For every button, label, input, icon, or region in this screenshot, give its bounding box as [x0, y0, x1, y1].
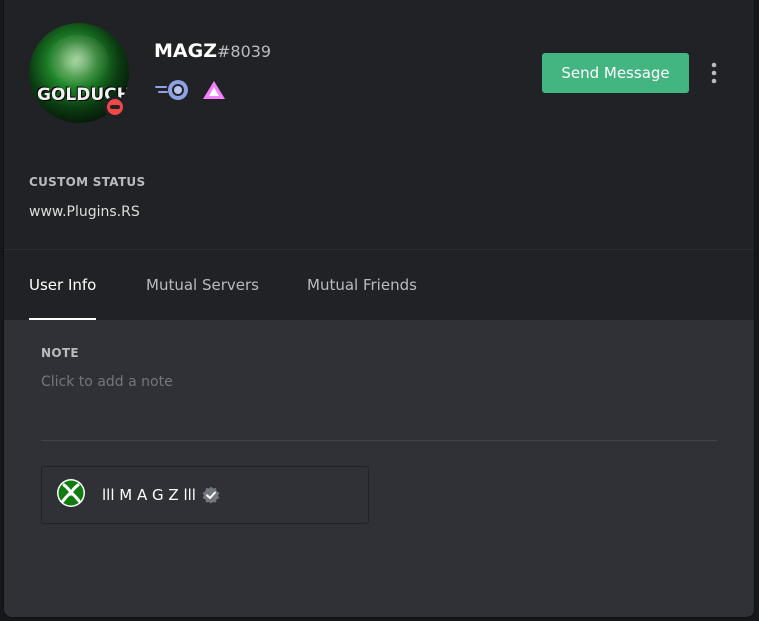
profile-header: GOLDUCH MAGZ #8039 Send Message CUSTOM S…	[4, 0, 754, 320]
discriminator: #8039	[216, 42, 272, 61]
verified-icon	[202, 486, 220, 504]
connected-account-xbox[interactable]: lll M A G Z lll	[41, 466, 369, 524]
profile-body: NOTE lll M A G Z lll	[4, 320, 754, 617]
nitro-badge-icon[interactable]	[154, 78, 192, 102]
custom-status-heading: CUSTOM STATUS	[29, 175, 146, 189]
send-message-button[interactable]: Send Message	[542, 53, 689, 93]
note-heading: NOTE	[41, 346, 79, 360]
tab-user-info[interactable]: User Info	[29, 250, 97, 320]
name-tag[interactable]: MAGZ #8039	[154, 40, 271, 68]
avatar[interactable]: GOLDUCH	[29, 23, 129, 123]
user-profile-modal: GOLDUCH MAGZ #8039 Send Message CUSTOM S…	[4, 0, 754, 617]
note-input[interactable]	[41, 370, 711, 394]
connection-account-name: lll M A G Z lll	[102, 486, 196, 504]
tab-mutual-friends[interactable]: Mutual Friends	[307, 250, 417, 320]
custom-status-text: www.Plugins.RS	[29, 204, 140, 220]
vertical-ellipsis-icon[interactable]	[702, 58, 726, 88]
profile-badges	[154, 78, 228, 102]
tab-mutual-servers[interactable]: Mutual Servers	[146, 250, 259, 320]
section-divider	[41, 440, 717, 441]
hypesquad-brilliance-icon[interactable]	[200, 78, 228, 102]
dnd-status-icon	[104, 96, 126, 118]
username: MAGZ	[154, 40, 217, 62]
xbox-icon	[56, 478, 86, 512]
profile-tabs: User Info Mutual Servers Mutual Friends	[4, 250, 754, 320]
